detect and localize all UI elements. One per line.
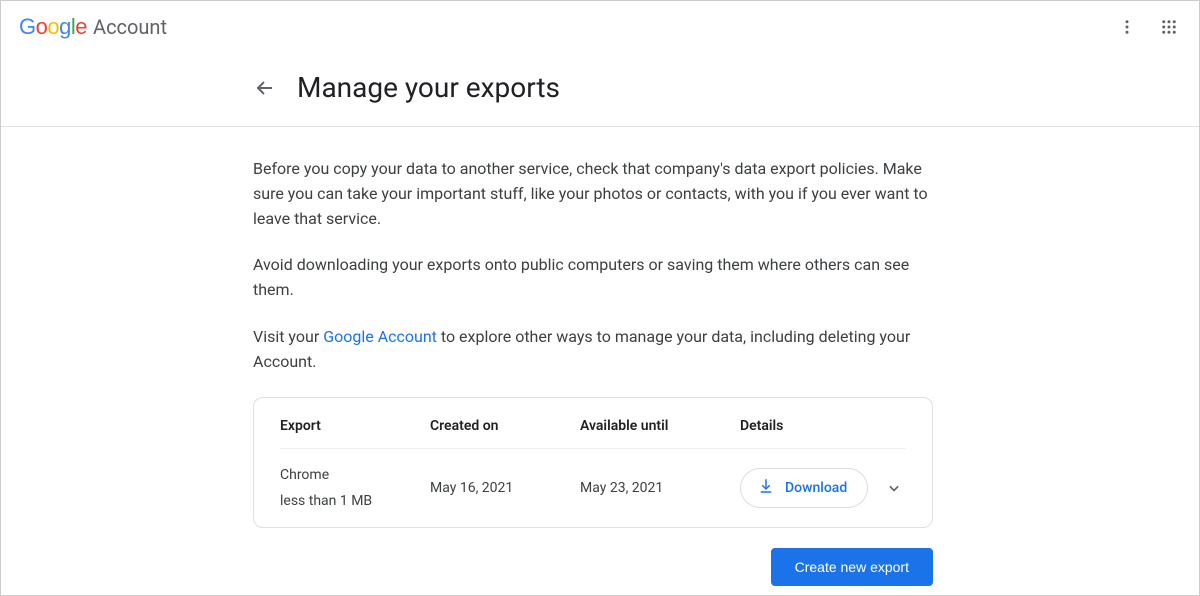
available-cell: May 23, 2021 — [580, 480, 740, 496]
chevron-down-icon[interactable] — [882, 476, 906, 500]
export-size: less than 1 MB — [280, 493, 430, 509]
intro-paragraph-1: Before you copy your data to another ser… — [253, 157, 933, 231]
download-icon — [757, 477, 775, 499]
create-new-export-button[interactable]: Create new export — [771, 548, 933, 586]
page-title: Manage your exports — [297, 71, 560, 104]
table-row: Chrome less than 1 MB May 16, 2021 May 2… — [280, 449, 906, 509]
app-header: Google Account — [1, 1, 1199, 49]
title-row: Manage your exports — [1, 49, 1199, 126]
col-header-created: Created on — [430, 418, 580, 434]
more-vert-icon[interactable] — [1115, 15, 1139, 39]
header-actions — [1115, 15, 1181, 39]
download-button[interactable]: Download — [740, 468, 868, 508]
google-account-link[interactable]: Google Account — [323, 327, 437, 346]
export-cell: Chrome less than 1 MB — [280, 467, 430, 509]
footer-actions: Create new export — [253, 548, 933, 586]
col-header-details: Details — [740, 418, 906, 434]
created-cell: May 16, 2021 — [430, 480, 580, 496]
apps-grid-icon[interactable] — [1157, 15, 1181, 39]
intro-paragraph-2: Avoid downloading your exports onto publ… — [253, 253, 933, 303]
col-header-export: Export — [280, 418, 430, 434]
exports-table: Export Created on Available until Detail… — [253, 397, 933, 528]
google-logo: Google — [19, 14, 87, 40]
col-header-available: Available until — [580, 418, 740, 434]
intro-paragraph-3: Visit your Google Account to explore oth… — [253, 325, 933, 375]
details-cell: Download — [740, 468, 906, 508]
main-content: Before you copy your data to another ser… — [1, 127, 941, 586]
intro3-prefix: Visit your — [253, 327, 323, 346]
download-label: Download — [785, 480, 847, 496]
brand: Google Account — [19, 14, 167, 40]
table-header-row: Export Created on Available until Detail… — [280, 418, 906, 449]
brand-product: Account — [93, 15, 167, 39]
back-arrow-icon[interactable] — [253, 76, 277, 100]
export-name: Chrome — [280, 467, 430, 483]
